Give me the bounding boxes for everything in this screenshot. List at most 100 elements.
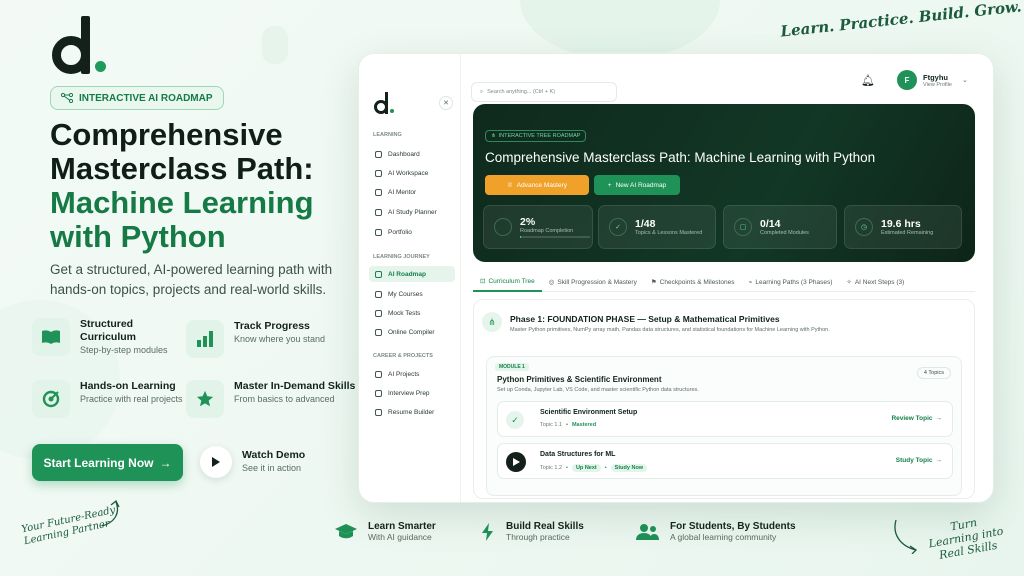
bottom-title: For Students, By Students — [670, 521, 796, 532]
roadmap-icon — [375, 270, 382, 278]
module-icon: ▢ — [734, 218, 752, 236]
hero-title: Comprehensive Masterclass Path: Machine … — [485, 150, 876, 165]
bullet: • — [604, 465, 607, 471]
check-icon: ✓ — [506, 411, 524, 429]
sidebar-item-compiler[interactable]: Online Compiler — [369, 324, 455, 340]
check-circle-icon: ✓ — [609, 218, 627, 236]
tab-label: AI Next Steps (3) — [854, 278, 905, 286]
hand-note-right: Turn Learning into Real Skills — [927, 515, 1005, 562]
sidebar-section-label: LEARNING JOURNEY — [373, 254, 430, 260]
star-icon — [186, 380, 224, 418]
badge-label: INTERACTIVE AI ROADMAP — [79, 92, 213, 104]
status-badge: Mastered — [571, 422, 597, 428]
arrow-right-icon: → — [935, 415, 943, 422]
test-icon — [375, 309, 382, 317]
play-icon — [200, 446, 232, 478]
book-icon — [375, 290, 382, 298]
bottom-feature-learn: Learn Smarter With AI guidance — [334, 521, 436, 542]
sidebar-item-my-courses[interactable]: My Courses — [369, 286, 455, 302]
start-learning-button[interactable]: Start Learning Now → — [32, 444, 183, 481]
review-label: Review Topic — [891, 415, 933, 422]
search-input[interactable]: ⌕ Search anything... (Ctrl + K) — [471, 82, 617, 102]
sidebar-item-label: Portfolio — [388, 228, 412, 236]
sidebar-item-interview-prep[interactable]: Interview Prep — [369, 385, 455, 401]
feature-desc: Practice with real projects — [80, 394, 183, 404]
sidebar-item-mock-tests[interactable]: Mock Tests — [369, 305, 455, 321]
module-desc: Set up Conda, Jupyter Lab, VS Code, and … — [497, 387, 699, 393]
roadmap-badge: INTERACTIVE AI ROADMAP — [50, 86, 224, 110]
sidebar-item-label: Interview Prep — [388, 389, 430, 397]
decor-blob — [520, 0, 720, 60]
grid-icon — [375, 150, 382, 158]
tab-label: Checkpoints & Milestones — [659, 278, 735, 286]
headline-line1: Comprehensive — [50, 117, 283, 152]
app-window: ✕ LEARNING Dashboard AI Workspace AI Men… — [358, 53, 994, 503]
tab-skill-progression[interactable]: ◎ Skill Progression & Mastery — [542, 272, 644, 292]
feature-handson: Hands-on Learning Practice with real proj… — [32, 380, 183, 418]
stat-modules: ▢ 0/14 Completed Modules — [723, 205, 837, 249]
bell-icon[interactable]: 🔔︎ — [861, 74, 875, 87]
clock-icon: ◷ — [855, 218, 873, 236]
stat-completion: 2% Roadmap Completion — [483, 205, 593, 249]
headline-line2: Masterclass Path: — [50, 151, 314, 186]
sidebar-item-resume-builder[interactable]: Resume Builder — [369, 404, 455, 420]
stat-label: Completed Modules — [760, 230, 809, 236]
sidebar-item-ai-projects[interactable]: AI Projects — [369, 366, 455, 382]
close-icon[interactable]: ✕ — [439, 96, 453, 110]
sidebar-item-ai-mentor[interactable]: AI Mentor — [369, 184, 455, 200]
topic-number: Topic 1.2 — [540, 465, 563, 471]
arrow-right-icon: → — [159, 455, 172, 470]
projects-icon — [375, 370, 382, 378]
hero-tag: ⋔ INTERACTIVE TREE ROADMAP — [485, 130, 587, 142]
watch-demo-button[interactable]: Watch Demo See it in action — [200, 446, 305, 478]
feature-title: Track Progress — [234, 320, 310, 332]
sidebar-section-label: CAREER & PROJECTS — [373, 353, 433, 359]
module-title: Python Primitives & Scientific Environme… — [497, 375, 662, 384]
stat-label: Roadmap Completion — [520, 228, 574, 234]
plus-icon: + — [607, 181, 612, 189]
sidebar-item-label: AI Workspace — [388, 169, 429, 177]
sidebar-item-study-planner[interactable]: AI Study Planner — [369, 204, 455, 220]
sidebar-item-label: AI Study Planner — [388, 208, 437, 216]
sidebar-item-ai-workspace[interactable]: AI Workspace — [369, 165, 455, 181]
advance-label: Advance Mastery — [516, 181, 568, 189]
study-topic-button[interactable]: Study Topic → — [896, 457, 942, 464]
tab-learning-paths[interactable]: ⌁ Learning Paths (3 Phases) — [741, 272, 839, 292]
user-menu[interactable]: F Ftgyhu View Profile ⌄ — [897, 70, 968, 90]
watch-desc: See it in action — [242, 463, 302, 473]
view-profile-link[interactable]: View Profile — [923, 82, 952, 88]
arrow-right-icon: → — [935, 457, 943, 464]
tab-label: Skill Progression & Mastery — [557, 278, 637, 286]
tab-ai-next-steps[interactable]: ✧ AI Next Steps (3) — [839, 272, 911, 292]
flag-icon: ⚑ — [650, 279, 657, 286]
topic-row[interactable]: ✓ Scientific Environment Setup Topic 1.1… — [497, 401, 953, 437]
tab-label: Learning Paths (3 Phases) — [755, 278, 833, 286]
new-roadmap-button[interactable]: + New AI Roadmap — [594, 175, 680, 195]
folder-icon — [375, 228, 382, 236]
tab-curriculum-tree[interactable]: ⊡ Curriculum Tree — [473, 272, 542, 292]
sidebar-item-portfolio[interactable]: Portfolio — [369, 224, 455, 240]
book-icon — [32, 318, 70, 356]
stat-value: 0/14 — [760, 218, 781, 230]
status-badge: Study Now — [610, 464, 648, 472]
hero-tag-label: INTERACTIVE TREE ROADMAP — [498, 133, 581, 139]
new-roadmap-label: New AI Roadmap — [615, 181, 667, 189]
sidebar-item-dashboard[interactable]: Dashboard — [369, 146, 455, 162]
bar-chart-icon — [186, 320, 224, 358]
chat-icon — [375, 188, 382, 196]
lightning-icon — [482, 522, 493, 541]
feature-title: Structured Curriculum — [80, 318, 137, 343]
feature-desc: Know where you stand — [234, 334, 326, 344]
topic-row[interactable]: Data Structures for ML Topic 1.2 • Up Ne… — [497, 443, 953, 479]
sidebar-item-ai-roadmap[interactable]: AI Roadmap — [369, 266, 455, 282]
tab-checkpoints[interactable]: ⚑ Checkpoints & Milestones — [644, 272, 742, 292]
completion-bar — [520, 236, 590, 238]
sidebar: ✕ LEARNING Dashboard AI Workspace AI Men… — [359, 54, 461, 502]
users-icon — [636, 523, 659, 540]
bottom-feature-community: For Students, By Students A global learni… — [636, 521, 796, 542]
advance-mastery-button[interactable]: ♕ Advance Mastery — [485, 175, 589, 195]
review-topic-button[interactable]: Review Topic → — [891, 415, 942, 422]
sidebar-item-label: Online Compiler — [388, 328, 435, 336]
study-label: Study Topic — [895, 457, 933, 464]
stat-topics: ✓ 1/48 Topics & Lessons Mastered — [598, 205, 716, 249]
